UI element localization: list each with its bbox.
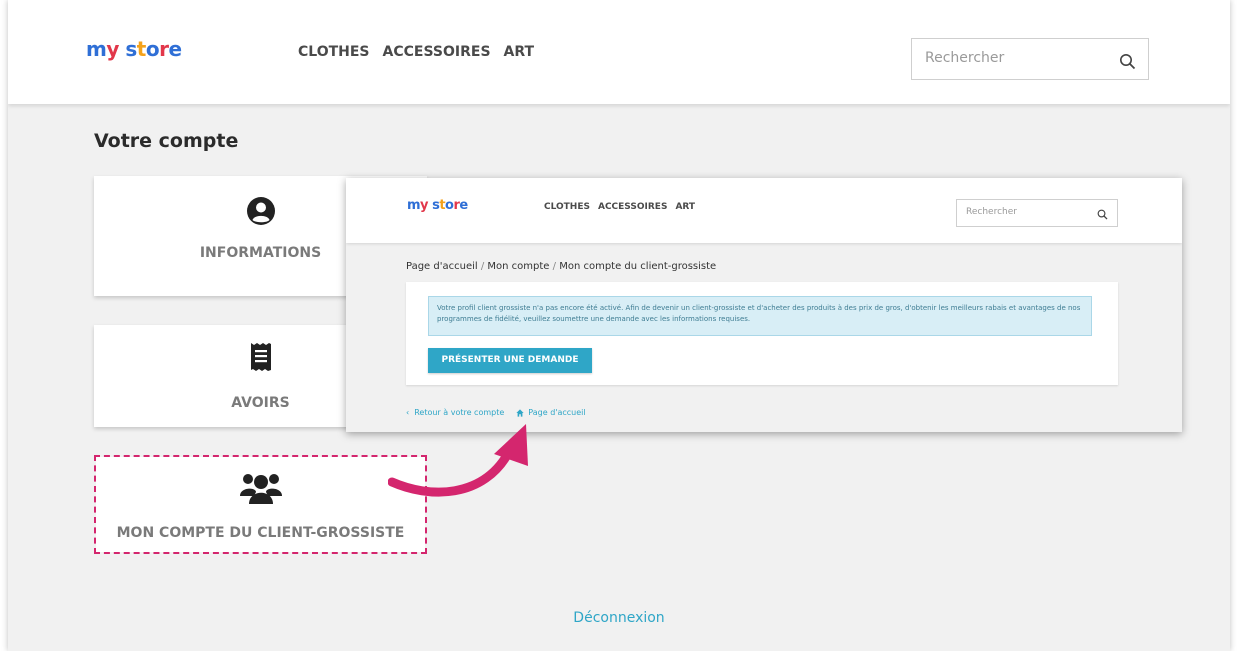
- site-header: my store CLOTHES ACCESSOIRES ART Recherc…: [8, 0, 1230, 104]
- activation-alert: Votre profil client grossiste n'a pas en…: [428, 296, 1092, 336]
- submit-request-button[interactable]: PRÉSENTER UNE DEMANDE: [428, 348, 592, 373]
- wholesale-status-card: Votre profil client grossiste n'a pas en…: [406, 282, 1118, 385]
- logout-link[interactable]: Déconnexion: [8, 610, 1230, 626]
- search-box[interactable]: Rechercher: [911, 38, 1149, 80]
- page-title: Votre compte: [94, 130, 239, 152]
- main-nav: CLOTHES ACCESSOIRES ART: [298, 44, 534, 60]
- nav-art[interactable]: ART: [504, 44, 535, 60]
- breadcrumb-current: Mon compte du client-grossiste: [559, 261, 717, 272]
- receipt-icon: [250, 343, 271, 371]
- preview-search-icon[interactable]: [1097, 209, 1108, 220]
- store-logo[interactable]: my store: [86, 37, 182, 61]
- curved-arrow-icon: [388, 424, 528, 497]
- preview-search-input[interactable]: Rechercher: [966, 207, 1017, 217]
- breadcrumb: Page d'accueil / Mon compte / Mon compte…: [406, 261, 716, 272]
- preview-header: my store CLOTHES ACCESSOIRES ART Recherc…: [346, 178, 1182, 243]
- wholesale-page-preview: my store CLOTHES ACCESSOIRES ART Recherc…: [346, 178, 1182, 432]
- user-circle-icon: [246, 197, 275, 225]
- nav-accessoires[interactable]: ACCESSOIRES: [383, 44, 491, 60]
- highlight-frame: [94, 455, 427, 554]
- browser-page: my store CLOTHES ACCESSOIRES ART Recherc…: [8, 0, 1230, 651]
- preview-nav-clothes[interactable]: CLOTHES: [544, 202, 590, 212]
- nav-clothes[interactable]: CLOTHES: [298, 44, 370, 60]
- preview-nav-art[interactable]: ART: [675, 202, 695, 212]
- preview-nav: CLOTHES ACCESSOIRES ART: [544, 202, 695, 212]
- search-input[interactable]: Rechercher: [925, 50, 1004, 66]
- search-icon[interactable]: [1119, 53, 1136, 70]
- breadcrumb-account[interactable]: Mon compte: [487, 261, 549, 272]
- preview-search-box[interactable]: Rechercher: [956, 199, 1118, 227]
- preview-nav-accessoires[interactable]: ACCESSOIRES: [598, 202, 667, 212]
- breadcrumb-home[interactable]: Page d'accueil: [406, 261, 478, 272]
- preview-store-logo[interactable]: my store: [407, 198, 468, 213]
